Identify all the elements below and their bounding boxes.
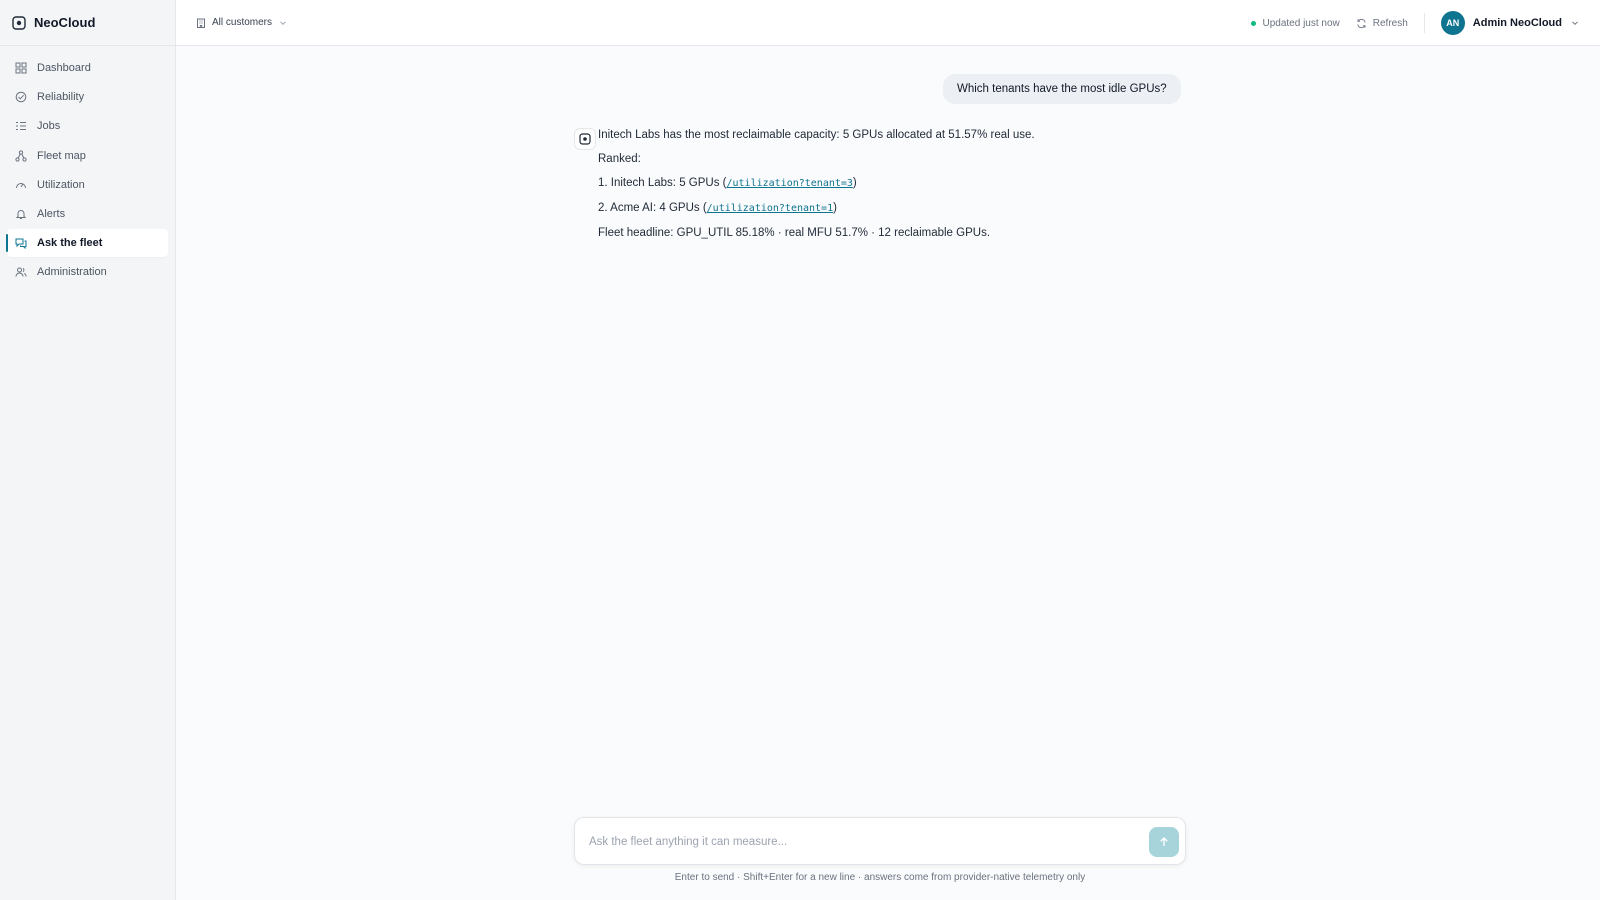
sidebar: NeoCloud Dashboard Reliability Jobs Flee… — [0, 0, 176, 900]
message-composer — [574, 817, 1186, 865]
assistant-summary: Initech Labs has the most reclaimable ca… — [598, 129, 1035, 141]
message-input[interactable] — [589, 832, 1119, 852]
ranked-item-close: ) — [833, 202, 837, 214]
update-status: Updated just now — [1251, 17, 1340, 29]
sidebar-item-label: Administration — [37, 266, 107, 279]
topbar-right: Updated just now Refresh AN Admin NeoClo… — [1251, 0, 1580, 46]
sidebar-item-ask-the-fleet[interactable]: Ask the fleet — [6, 229, 168, 258]
jobs-icon — [16, 122, 26, 131]
ranked-item-text: 2. Acme AI: 4 GPUs ( — [598, 202, 707, 214]
refresh-button[interactable]: Refresh — [1356, 18, 1408, 29]
sidebar-item-alerts[interactable]: Alerts — [7, 200, 168, 228]
topbar: All customers Updated just now Refresh A… — [176, 0, 1600, 46]
main-area: All customers Updated just now Refresh A… — [176, 0, 1600, 900]
cloud-logo-icon — [12, 15, 26, 30]
sidebar-item-label: Jobs — [37, 120, 61, 133]
users-icon — [15, 267, 27, 277]
composer-hint: Enter to send · Shift+Enter for a new li… — [674, 872, 1086, 883]
sidebar-item-utilization[interactable]: Utilization — [7, 171, 168, 199]
fleet-headline: Fleet headline: GPU_UTIL 85.18% · real M… — [598, 227, 991, 239]
chat-icon — [15, 238, 27, 250]
user-name: Admin NeoCloud — [1472, 17, 1562, 29]
sidebar-nav: Dashboard Reliability Jobs Fleet map Uti… — [0, 46, 175, 286]
user-message: Which tenants have the most idle GPUs? — [943, 74, 1181, 104]
status-dot-icon — [1251, 20, 1257, 26]
sidebar-item-dashboard[interactable]: Dashboard — [7, 54, 168, 82]
sidebar-item-label: Reliability — [37, 91, 85, 104]
avatar: AN — [1440, 11, 1465, 35]
app: NeoCloud Dashboard Reliability Jobs Flee… — [0, 0, 1600, 900]
sidebar-item-fleet-map[interactable]: Fleet map — [7, 142, 168, 170]
fleet-map-icon — [15, 149, 27, 162]
bell-icon — [15, 210, 27, 219]
dashboard-icon — [15, 62, 27, 74]
sidebar-item-label: Utilization — [37, 178, 85, 191]
utilization-link-tenant-1[interactable]: /utilization?tenant=1 — [707, 203, 833, 214]
sidebar-item-label: Fleet map — [37, 149, 86, 162]
sidebar-item-jobs[interactable]: Jobs — [7, 112, 168, 140]
sidebar-item-reliability[interactable]: Reliability — [7, 83, 168, 111]
refresh-label: Refresh — [1372, 17, 1408, 29]
topbar-divider — [1423, 13, 1425, 33]
sidebar-item-label: Ask the fleet — [37, 237, 103, 250]
chevron-down-icon — [1572, 21, 1578, 26]
customer-filter-label: All customers — [212, 17, 273, 28]
utilization-link-tenant-3[interactable]: /utilization?tenant=3 — [726, 178, 852, 189]
sidebar-item-label: Alerts — [37, 207, 66, 220]
brand-name: NeoCloud — [34, 15, 96, 30]
sidebar-item-label: Dashboard — [37, 62, 91, 74]
sidebar-item-administration[interactable]: Administration — [7, 258, 168, 286]
send-button[interactable] — [1149, 827, 1179, 857]
customer-filter-dropdown[interactable]: All customers — [196, 17, 288, 28]
refresh-icon — [1357, 18, 1366, 28]
update-status-label: Updated just now — [1262, 17, 1340, 29]
ranked-item-close: ) — [852, 177, 857, 189]
arrow-up-icon — [1160, 837, 1168, 846]
assistant-ranked-label: Ranked: — [598, 153, 641, 165]
bot-icon — [579, 133, 591, 145]
ranked-item-text: 1. Initech Labs: 5 GPUs ( — [598, 177, 727, 189]
assistant-message: Initech Labs has the most reclaimable ca… — [574, 128, 1198, 250]
brand[interactable]: NeoCloud — [0, 0, 175, 46]
chevron-down-icon — [280, 20, 286, 25]
ranked-item-2: 2. Acme AI: 4 GPUs (/utilization?tenant=… — [598, 201, 1198, 216]
building-icon — [197, 18, 205, 28]
ranked-item-1: 1. Initech Labs: 5 GPUs (/utilization?te… — [598, 176, 1198, 191]
user-menu[interactable]: AN Admin NeoCloud — [1440, 11, 1580, 35]
gauge-icon — [16, 182, 26, 188]
reliability-icon — [15, 91, 27, 103]
chat-thread: Which tenants have the most idle GPUs? I… — [176, 46, 1600, 900]
assistant-avatar — [574, 128, 596, 150]
